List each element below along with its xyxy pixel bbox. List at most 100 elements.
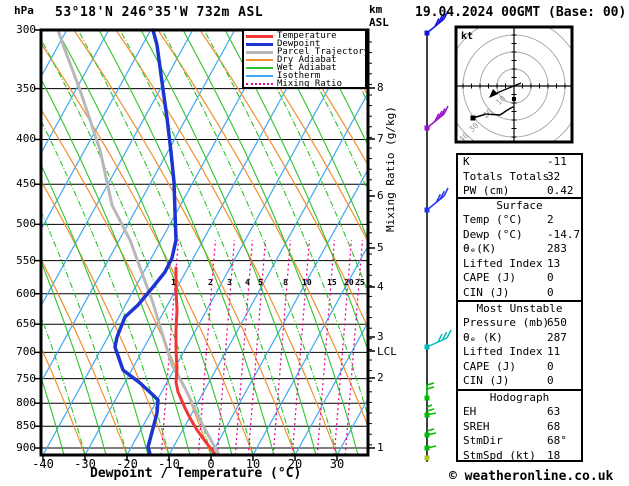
stats-label: CIN (J) xyxy=(463,374,510,388)
pressure-tick-label: 350 xyxy=(16,81,36,95)
stats-value: 2 xyxy=(547,213,554,226)
stats-row: Lifted Index 13 xyxy=(458,257,581,272)
isotherm-line xyxy=(210,168,368,455)
temperature-tick-label: 30 xyxy=(329,457,345,471)
km-tick-label: 5 xyxy=(377,241,384,254)
lcl-marker-label: LCL xyxy=(377,345,397,358)
wind-barb xyxy=(424,105,449,131)
stats-label: SREH xyxy=(463,419,490,433)
pressure-tick-label: 550 xyxy=(16,253,36,267)
stats-row: K -11 xyxy=(458,155,581,170)
stats-row: EH 63 xyxy=(458,405,581,420)
legend-item: Mixing Ratio xyxy=(246,80,365,89)
stats-value: 283 xyxy=(547,242,567,256)
mixing-ratio-value-label: 20 xyxy=(344,278,354,287)
dry-adiabat-line xyxy=(73,30,296,455)
stats-label: Pressure (mb) xyxy=(463,316,550,329)
pressure-tick-label: 700 xyxy=(16,345,36,359)
pressure-tick-label: 450 xyxy=(16,177,36,191)
stats-label: CAPE (J) xyxy=(463,359,516,373)
stats-row: CAPE (J) 0 xyxy=(458,271,581,286)
pressure-axis-unit: hPa xyxy=(14,4,34,17)
dry-adiabat-line xyxy=(578,30,629,455)
stats-value: 0 xyxy=(547,359,554,373)
wet-adiabat-line xyxy=(603,30,629,455)
wet-adiabat-line xyxy=(119,30,296,455)
stats-value: -11 xyxy=(547,155,567,168)
temperature-tick-label: 10 xyxy=(245,457,261,471)
skewt-sounding-page: hPa 53°18'N 246°35'W 732m ASL km ASL 19.… xyxy=(0,0,629,486)
mixing-ratio-value-label: 10 xyxy=(302,278,312,287)
pressure-tick-label: 500 xyxy=(16,217,36,231)
stats-table: Hodograph EH 63 SREH 68 StmDir 68° StmSpd (kt) 1… xyxy=(456,389,583,462)
dry-adiabat-line xyxy=(41,42,254,455)
pressure-tick-label: 300 xyxy=(16,22,36,36)
mixing-ratio-value-label: 15 xyxy=(327,278,337,287)
stats-label: θₑ(K) xyxy=(463,242,497,256)
legend-swatch xyxy=(246,75,273,77)
stats-row: θₑ(K) 283 xyxy=(458,242,581,257)
stats-label: θₑ (K) xyxy=(463,330,503,344)
stats-row: Temp (°C) 2 xyxy=(458,213,581,228)
temperature-tick-label: 0 xyxy=(207,457,215,471)
stats-row: CAPE (J) 0 xyxy=(458,360,581,375)
wind-barb xyxy=(424,455,430,461)
altitude-axis-unit-km: km xyxy=(369,3,383,16)
wet-adiabat-line xyxy=(287,30,368,193)
stats-value: 11 xyxy=(547,345,561,359)
stats-row: SREH 68 xyxy=(458,420,581,435)
km-tick-label: 1 xyxy=(377,441,384,454)
dewpoint-curve xyxy=(113,28,178,456)
temperature-tick-label: 20 xyxy=(287,457,303,471)
dry-adiabat-line xyxy=(199,30,368,330)
stats-row: θₑ (K) 287 xyxy=(458,331,581,346)
stats-label: Lifted Index xyxy=(463,345,543,359)
legend-swatch xyxy=(246,67,273,69)
stats-value: -14.7 xyxy=(547,227,581,241)
mixing-ratio-axis-title: Mixing Ratio (g/kg) xyxy=(384,106,397,232)
pressure-tick-label: 850 xyxy=(16,419,36,433)
stats-row: StmSpd (kt) 18 xyxy=(458,449,581,464)
dry-adiabat-line xyxy=(620,30,629,455)
stats-row: StmDir 68° xyxy=(458,434,581,449)
pressure-tick-label: 800 xyxy=(16,396,36,410)
wet-adiabat-line xyxy=(77,30,254,455)
hodograph-unit-label: kt xyxy=(461,31,474,42)
mixing-ratio-line xyxy=(316,239,336,455)
stats-table: Surface Temp (°C) 2 Dewp (°C) -14.7 θₑ(K) 283 L… xyxy=(456,197,583,302)
mixing-ratio-value-label: 25 xyxy=(355,278,365,287)
pressure-tick-label: 650 xyxy=(16,317,36,331)
wind-barb xyxy=(424,329,452,350)
pressure-tick-label: 750 xyxy=(16,371,36,385)
stats-table: Most Unstable Pressure (mb) 650 θₑ (K) 287 Li… xyxy=(456,300,583,391)
legend-swatch xyxy=(246,59,273,61)
stats-label: StmDir xyxy=(463,434,503,448)
stats-value: 68° xyxy=(547,434,567,448)
copyright: © weatheronline.co.uk xyxy=(449,469,614,484)
stats-label: CIN (J) xyxy=(463,285,510,299)
mixing-ratio-value-label: 5 xyxy=(258,278,263,287)
dry-adiabat-line xyxy=(157,30,368,428)
stats-row: Totals Totals 32 xyxy=(458,170,581,185)
pressure-tick-label: 900 xyxy=(16,441,36,454)
stats-value: 0 xyxy=(547,271,554,285)
stats-value: 287 xyxy=(547,330,567,344)
altitude-axis-unit-asl: ASL xyxy=(369,16,389,29)
temperature-tick-label: -20 xyxy=(116,457,138,471)
mixing-ratio-value-label: 8 xyxy=(283,278,288,287)
temperature-tick-label: -40 xyxy=(32,457,54,471)
stats-table-title: Surface xyxy=(496,199,543,212)
wet-adiabat-line xyxy=(582,30,629,455)
stats-label: StmSpd (kt) xyxy=(463,448,536,462)
temperature-tick-label: -30 xyxy=(74,457,96,471)
pressure-tick-label: 400 xyxy=(16,132,36,146)
stats-row: CIN (J) 0 xyxy=(458,374,581,389)
stats-label: K xyxy=(463,155,470,168)
stats-label: PW (cm) xyxy=(463,184,510,198)
stats-value: 650 xyxy=(547,316,567,329)
wet-adiabat-line xyxy=(245,30,368,294)
legend-swatch xyxy=(246,50,273,54)
wind-barb xyxy=(424,382,435,401)
dry-adiabat-line xyxy=(241,30,368,244)
stats-value: 68 xyxy=(547,419,561,433)
